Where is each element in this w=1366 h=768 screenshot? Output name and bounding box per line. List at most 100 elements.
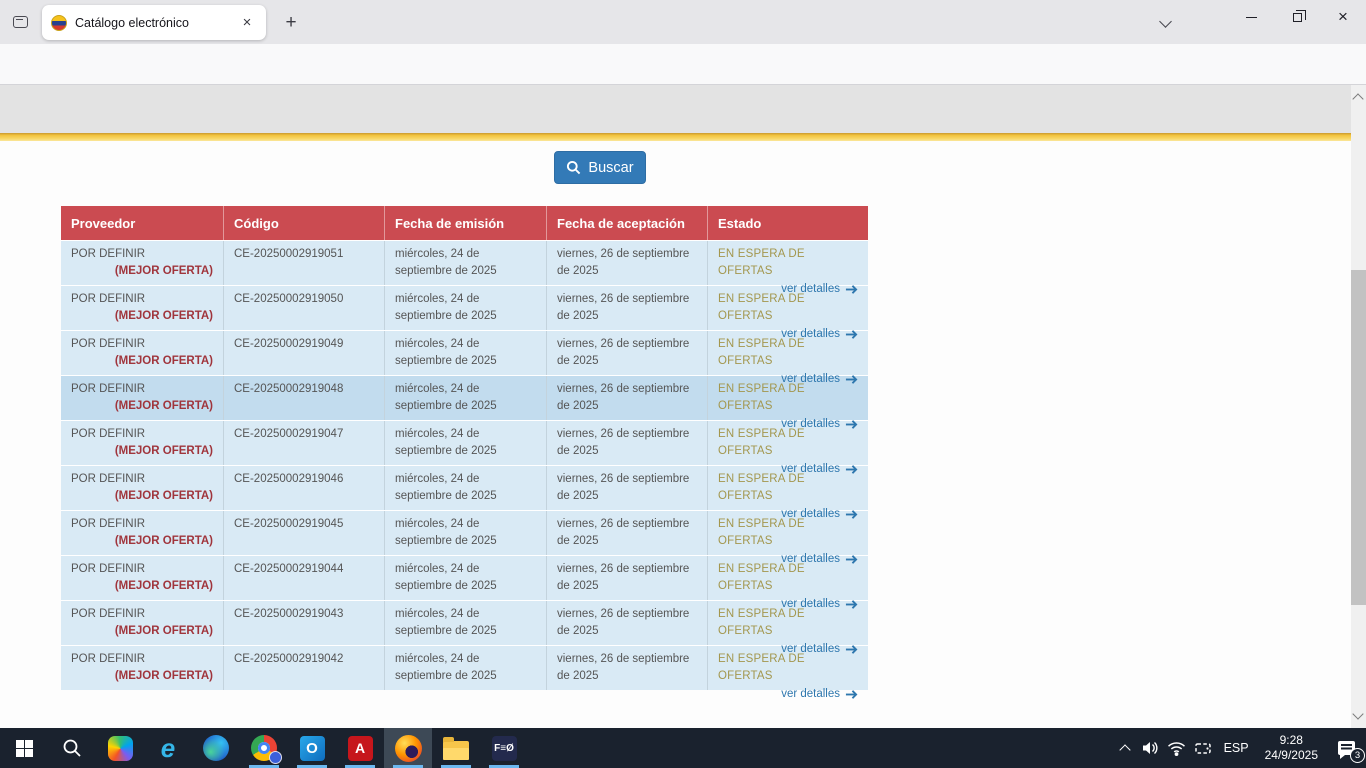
scroll-up-icon[interactable] — [1352, 93, 1363, 104]
chrome-icon[interactable] — [240, 728, 288, 768]
gold-divider — [0, 133, 1355, 141]
wifi-icon[interactable] — [1164, 728, 1190, 768]
order-code: CE-20250002919051 — [223, 241, 384, 285]
status-text: EN ESPERA DE OFERTAS — [718, 606, 858, 641]
orders-table: Proveedor Código Fecha de emisión Fecha … — [61, 206, 868, 690]
provider-cell: POR DEFINIR (MEJOR OFERTA) — [61, 556, 223, 600]
column-header-proveedor: Proveedor — [61, 206, 223, 240]
site-header: SERCOP CATÁLOGO ELECTRÓNICO Volver al SO… — [0, 85, 1366, 133]
best-offer-label: (MEJOR OFERTA) — [71, 668, 213, 685]
status-cell: EN ESPERA DE OFERTAS ver detalles — [707, 556, 868, 600]
provider-name: POR DEFINIR — [71, 336, 213, 353]
provider-cell: POR DEFINIR (MEJOR OFERTA) — [61, 511, 223, 555]
provider-cell: POR DEFINIR (MEJOR OFERTA) — [61, 646, 223, 690]
status-cell: EN ESPERA DE OFERTAS ver detalles — [707, 421, 868, 465]
display-device-icon[interactable] — [1190, 728, 1216, 768]
table-row: POR DEFINIR (MEJOR OFERTA) CE-2025000291… — [61, 375, 868, 420]
ver-detalles-link[interactable]: ver detalles — [718, 686, 858, 703]
best-offer-label: (MEJOR OFERTA) — [71, 263, 213, 280]
provider-cell: POR DEFINIR (MEJOR OFERTA) — [61, 421, 223, 465]
buscar-button[interactable]: Buscar — [554, 151, 646, 184]
column-header-fecha-emision: Fecha de emisión — [384, 206, 546, 240]
column-header-fecha-aceptacion: Fecha de aceptación — [546, 206, 707, 240]
search-icon — [566, 160, 581, 175]
system-tray: ESP 9:28 24/9/2025 3 — [1112, 728, 1366, 768]
volume-icon[interactable] — [1138, 728, 1164, 768]
internet-explorer-icon[interactable]: e — [144, 728, 192, 768]
emission-date: miércoles, 24 de septiembre de 2025 — [384, 466, 546, 510]
provider-cell: POR DEFINIR (MEJOR OFERTA) — [61, 331, 223, 375]
copilot-icon[interactable] — [96, 728, 144, 768]
status-text: EN ESPERA DE OFERTAS — [718, 291, 858, 326]
status-cell: EN ESPERA DE OFERTAS ver detalles — [707, 331, 868, 375]
table-row: POR DEFINIR (MEJOR OFERTA) CE-2025000291… — [61, 645, 868, 690]
status-text: EN ESPERA DE OFERTAS — [718, 651, 858, 686]
order-code: CE-20250002919046 — [223, 466, 384, 510]
order-code: CE-20250002919049 — [223, 331, 384, 375]
emission-date: miércoles, 24 de septiembre de 2025 — [384, 511, 546, 555]
best-offer-label: (MEJOR OFERTA) — [71, 623, 213, 640]
tray-expand-icon[interactable] — [1112, 728, 1138, 768]
acceptance-date: viernes, 26 de septiembre de 2025 — [546, 331, 707, 375]
status-text: EN ESPERA DE OFERTAS — [718, 471, 858, 506]
windows-taskbar: e O A F≡Ø ESP 9:28 24/9/2025 3 — [0, 728, 1366, 768]
provider-name: POR DEFINIR — [71, 246, 213, 263]
file-explorer-icon[interactable] — [432, 728, 480, 768]
arrow-right-icon — [845, 689, 858, 700]
browser-titlebar: Catálogo electrónico × + × — [0, 0, 1366, 44]
list-all-tabs-icon[interactable] — [1152, 12, 1178, 34]
minimize-button[interactable] — [1228, 0, 1274, 34]
acceptance-date: viernes, 26 de septiembre de 2025 — [546, 556, 707, 600]
acceptance-date: viernes, 26 de septiembre de 2025 — [546, 511, 707, 555]
order-code: CE-20250002919045 — [223, 511, 384, 555]
status-cell: EN ESPERA DE OFERTAS ver detalles — [707, 511, 868, 555]
firefox-view-icon[interactable] — [8, 11, 32, 33]
tab-close-icon[interactable]: × — [237, 13, 257, 33]
fapp-icon[interactable]: F≡Ø — [480, 728, 528, 768]
table-row: POR DEFINIR (MEJOR OFERTA) CE-2025000291… — [61, 330, 868, 375]
table-row: POR DEFINIR (MEJOR OFERTA) CE-2025000291… — [61, 555, 868, 600]
scrollbar-thumb[interactable] — [1351, 270, 1366, 605]
acceptance-date: viernes, 26 de septiembre de 2025 — [546, 286, 707, 330]
restore-button[interactable] — [1274, 0, 1320, 34]
order-code: CE-20250002919042 — [223, 646, 384, 690]
chrome-profile-badge — [269, 751, 282, 764]
status-cell: EN ESPERA DE OFERTAS ver detalles — [707, 466, 868, 510]
browser-tab[interactable]: Catálogo electrónico × — [42, 5, 266, 40]
notification-badge: 3 — [1350, 748, 1365, 763]
order-code: CE-20250002919048 — [223, 376, 384, 420]
order-code: CE-20250002919043 — [223, 601, 384, 645]
firefox-icon[interactable] — [384, 728, 432, 768]
status-text: EN ESPERA DE OFERTAS — [718, 336, 858, 371]
status-text: EN ESPERA DE OFERTAS — [718, 516, 858, 551]
best-offer-label: (MEJOR OFERTA) — [71, 353, 213, 370]
start-button[interactable] — [0, 728, 48, 768]
new-tab-button[interactable]: + — [278, 10, 304, 36]
table-row: POR DEFINIR (MEJOR OFERTA) CE-2025000291… — [61, 285, 868, 330]
tab-title: Catálogo electrónico — [75, 16, 229, 30]
clock[interactable]: 9:28 24/9/2025 — [1257, 733, 1326, 763]
provider-name: POR DEFINIR — [71, 381, 213, 398]
best-offer-label: (MEJOR OFERTA) — [71, 488, 213, 505]
best-offer-label: (MEJOR OFERTA) — [71, 308, 213, 325]
status-text: EN ESPERA DE OFERTAS — [718, 561, 858, 596]
edge-icon[interactable] — [192, 728, 240, 768]
outlook-icon[interactable]: O — [288, 728, 336, 768]
browser-toolbar: ← → catalogoelectronico.compraspublicas.… — [0, 44, 1366, 85]
emission-date: miércoles, 24 de septiembre de 2025 — [384, 646, 546, 690]
search-taskbar-icon[interactable] — [48, 728, 96, 768]
page-scrollbar[interactable] — [1351, 85, 1366, 728]
acrobat-icon[interactable]: A — [336, 728, 384, 768]
status-text: EN ESPERA DE OFERTAS — [718, 246, 858, 281]
notification-center-icon[interactable]: 3 — [1326, 728, 1366, 768]
column-header-codigo: Código — [223, 206, 384, 240]
order-code: CE-20250002919047 — [223, 421, 384, 465]
language-indicator[interactable]: ESP — [1216, 728, 1257, 768]
acceptance-date: viernes, 26 de septiembre de 2025 — [546, 241, 707, 285]
provider-cell: POR DEFINIR (MEJOR OFERTA) — [61, 286, 223, 330]
acceptance-date: viernes, 26 de septiembre de 2025 — [546, 376, 707, 420]
emission-date: miércoles, 24 de septiembre de 2025 — [384, 331, 546, 375]
provider-name: POR DEFINIR — [71, 426, 213, 443]
scroll-down-icon[interactable] — [1352, 708, 1363, 719]
close-button[interactable]: × — [1320, 0, 1366, 34]
